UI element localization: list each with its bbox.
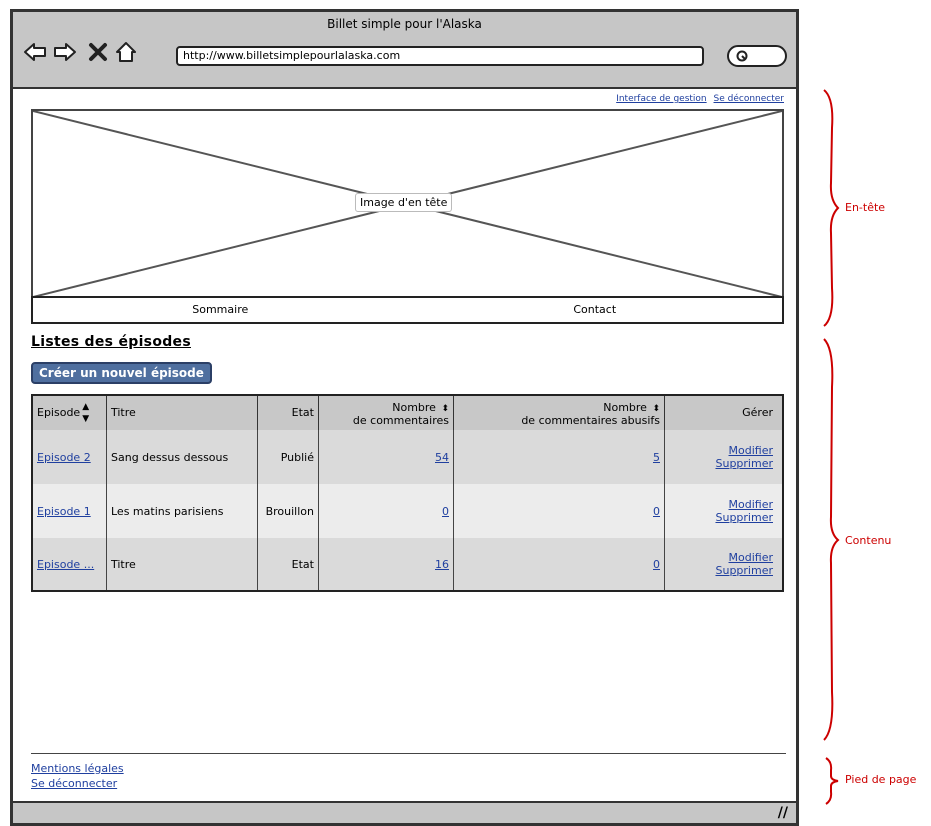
header-image-label: Image d'en tête [355,193,453,212]
header-links: Interface de gestion Se déconnecter [612,94,784,104]
back-arrow-icon[interactable] [23,40,47,64]
episode-title: Titre [111,557,136,571]
sort-icon[interactable]: ▲ ▼ [82,401,89,425]
logout-link-header[interactable]: Se déconnecter [714,94,784,104]
sort-icon[interactable]: ⬍ [652,404,660,414]
episode-title: Les matins parisiens [111,504,224,518]
browser-toolbar: Billet simple pour l'Alaska http://www.b… [13,12,796,89]
episode-link[interactable]: Episode 2 [37,451,91,464]
main-nav: Sommaire Contact [31,296,784,324]
nav-item-summary[interactable]: Sommaire [33,298,408,322]
resize-grip-icon[interactable]: // [778,805,788,821]
table-row: Episode ... Titre Etat 16 0 Modifier Sup… [33,538,782,590]
legal-notice-link[interactable]: Mentions légales [31,761,124,776]
table-row: Episode 2 Sang dessus dessous Publié 54 … [33,430,782,484]
search-button[interactable] [727,45,787,67]
delete-link[interactable]: Supprimer [715,511,773,524]
footer-annotation: Pied de page [845,773,917,786]
episode-state: Etat [291,557,314,571]
episode-link[interactable]: Episode 1 [37,505,91,518]
admin-link[interactable]: Interface de gestion [616,94,706,104]
delete-link[interactable]: Supprimer [715,457,773,470]
edit-link[interactable]: Modifier [729,551,773,564]
window-title: Billet simple pour l'Alaska [327,17,482,31]
nav-item-contact[interactable]: Contact [408,298,783,322]
column-header-episode[interactable]: Episode ▲ ▼ [33,396,106,430]
forward-arrow-icon[interactable] [53,40,77,64]
column-header-comments[interactable]: Nombre ⬍ de commentaires [319,396,453,430]
episodes-table: Episode ▲ ▼ Titre Etat Nombre ⬍ de commen… [31,394,784,592]
browser-window: Billet simple pour l'Alaska http://www.b… [10,9,799,826]
column-header-abusive[interactable]: Nombre ⬍ de commentaires abusifs [454,396,664,430]
search-icon [736,50,748,62]
table-header: Episode ▲ ▼ Titre Etat Nombre ⬍ de commen… [33,396,782,430]
episode-state: Brouillon [265,504,314,518]
address-bar[interactable]: http://www.billetsimplepourlalaska.com [176,46,704,66]
content-brace-icon [823,338,840,741]
column-header-title: Titre [111,406,136,419]
content-annotation: Contenu [845,534,892,547]
page-title: Listes des épisodes [31,334,191,350]
episode-link[interactable]: Episode ... [37,558,94,571]
header-brace-icon [823,89,840,327]
column-header-manage: Gérer [742,406,773,419]
close-icon[interactable] [86,40,110,64]
episode-state: Publié [280,450,314,464]
table-row: Episode 1 Les matins parisiens Brouillon… [33,484,782,538]
header-annotation: En-tête [845,201,886,214]
status-bar: // [13,801,796,823]
edit-link[interactable]: Modifier [729,444,773,457]
sort-icon[interactable]: ⬍ [441,404,449,414]
comments-count-link[interactable]: 54 [435,451,449,464]
edit-link[interactable]: Modifier [729,498,773,511]
page-content: Interface de gestion Se déconnecter Imag… [13,91,796,801]
create-episode-button[interactable]: Créer un nouvel épisode [31,362,212,384]
footer-links: Mentions légales Se déconnecter [31,761,124,791]
comments-count-link[interactable]: 0 [442,505,449,518]
footer-divider [31,753,786,754]
delete-link[interactable]: Supprimer [715,564,773,577]
comments-count-link[interactable]: 16 [435,558,449,571]
footer-brace-icon [825,757,839,805]
logout-link-footer[interactable]: Se déconnecter [31,776,124,791]
header-image-placeholder: Image d'en tête [31,109,784,299]
abusive-count-link[interactable]: 0 [653,558,660,571]
abusive-count-link[interactable]: 5 [653,451,660,464]
episode-title: Sang dessus dessous [111,450,229,464]
abusive-count-link[interactable]: 0 [653,505,660,518]
column-header-state: Etat [291,406,314,419]
home-icon[interactable] [114,40,138,64]
